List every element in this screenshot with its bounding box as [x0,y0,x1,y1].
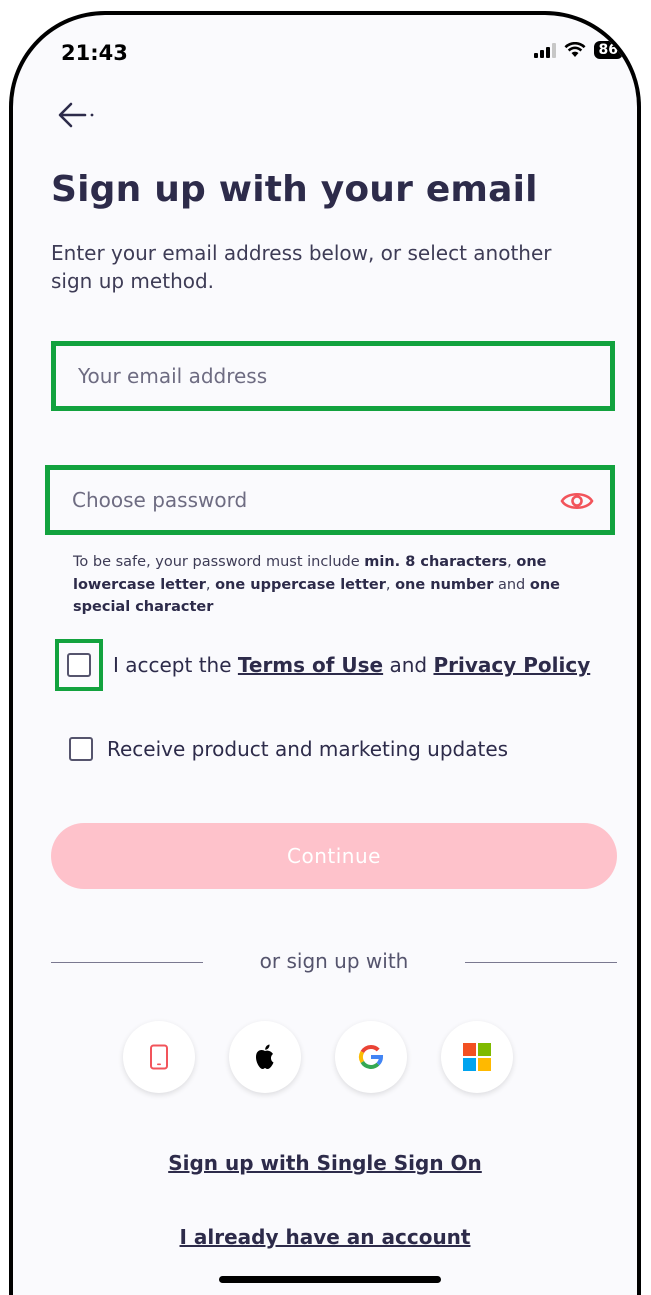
wifi-icon [564,42,586,57]
apple-signup-button[interactable] [229,1021,301,1093]
hint-text: , [205,576,216,593]
hint-text: , [507,554,517,570]
password-field-container [45,465,615,535]
hint-text: and [493,576,530,593]
hint-text: To be safe, your password must include [73,554,365,570]
terms-label: I accept the Terms of Use and Privacy Po… [113,653,590,677]
hint-emphasis: one number [395,576,494,593]
signal-icon [533,42,556,58]
login-link[interactable]: I already have an account [13,1225,637,1249]
continue-button[interactable]: Continue [51,823,617,889]
divider-text: or sign up with [259,949,409,973]
sso-signup-link[interactable]: Sign up with Single Sign On [13,1151,637,1175]
email-input[interactable] [56,346,610,406]
password-input[interactable] [50,470,610,530]
terms-row: I accept the Terms of Use and Privacy Po… [55,639,590,691]
marketing-row: Receive product and marketing updates [65,733,508,765]
hint-text: , [385,576,396,593]
apple-icon [256,1044,274,1069]
hint-emphasis: one uppercase letter [215,576,386,593]
social-signup-buttons [123,1021,515,1097]
email-field-container [51,341,615,411]
terms-checkbox[interactable] [67,653,91,677]
phone-frame: 21:43 86 Sign up with your email Enter y… [9,11,641,1295]
status-icons: 86 [533,41,623,59]
divider-line-right [465,962,617,963]
marketing-checkbox-wrap [65,733,97,765]
terms-checkbox-highlight [55,639,103,691]
privacy-policy-link[interactable]: Privacy Policy [433,653,590,677]
microsoft-signup-button[interactable] [441,1021,513,1093]
password-requirements: To be safe, your password must include m… [73,551,618,619]
hint-emphasis: min. 8 characters [364,554,508,570]
page-title: Sign up with your email [51,169,538,210]
google-signup-button[interactable] [335,1021,407,1093]
terms-of-use-link[interactable]: Terms of Use [238,653,383,677]
marketing-checkbox[interactable] [69,737,93,761]
status-time: 21:43 [61,41,128,65]
terms-prefix: I accept the [113,653,238,677]
phone-icon [150,1044,168,1070]
google-icon [358,1044,384,1069]
marketing-label: Receive product and marketing updates [107,737,509,761]
microsoft-icon [463,1043,491,1071]
back-arrow-icon[interactable] [55,93,103,133]
battery-indicator: 86 [593,41,623,59]
home-indicator[interactable] [219,1276,441,1283]
terms-middle: and [383,653,434,677]
status-bar: 21:43 86 [13,15,637,75]
eye-icon[interactable] [560,490,594,512]
or-divider: or sign up with [51,949,617,979]
phone-signup-button[interactable] [123,1021,195,1093]
page-subtitle: Enter your email address below, or selec… [51,241,552,293]
